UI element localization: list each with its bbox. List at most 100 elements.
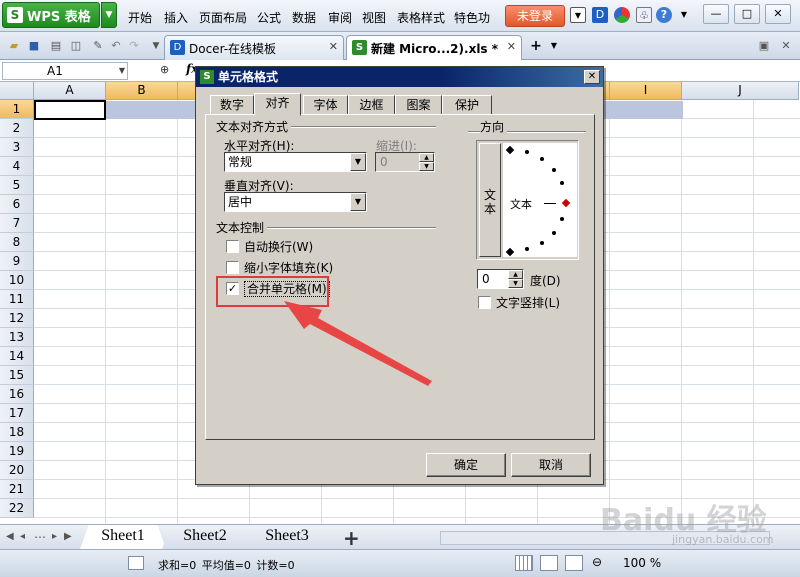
row-header[interactable]: 19 (0, 442, 34, 461)
orientation-dial[interactable]: 文本 (503, 143, 577, 257)
column-header[interactable]: I (610, 82, 682, 100)
menu-table-style[interactable]: 表格样式 (397, 9, 445, 26)
dial-handle[interactable] (561, 198, 571, 208)
format-painter-icon[interactable]: ✎ (90, 38, 106, 54)
sheet-tab-2[interactable]: Sheet2 (162, 525, 248, 549)
page-layout-view-icon[interactable] (565, 555, 583, 571)
select-all-corner[interactable] (0, 82, 34, 100)
menu-formulas[interactable]: 公式 (257, 9, 281, 26)
row-header[interactable]: 13 (0, 328, 34, 347)
save-icon[interactable]: ■ (26, 38, 42, 54)
menu-home[interactable]: 开始 (128, 9, 152, 26)
open-folder-icon[interactable]: ▰ (6, 38, 22, 54)
row-header[interactable]: 10 (0, 271, 34, 290)
zoom-level[interactable]: 100 % (623, 556, 661, 570)
row-header[interactable]: 5 (0, 176, 34, 195)
row-header[interactable]: 6 (0, 195, 34, 214)
more-sheets-icon[interactable]: … (34, 527, 46, 541)
page-break-view-icon[interactable] (540, 555, 558, 571)
wps-app-menu-button[interactable]: S WPS 表格 (2, 2, 100, 28)
row-header[interactable]: 16 (0, 385, 34, 404)
degree-spinner[interactable]: 0 ▲ ▼ (477, 269, 524, 289)
customize-toolbar-icon[interactable]: ▼ (148, 38, 164, 54)
tab-alignment[interactable]: 对齐 (254, 93, 301, 116)
login-button[interactable]: 未登录 (505, 5, 565, 27)
new-tab-plus-icon[interactable]: + (528, 38, 544, 54)
column-header[interactable]: A (34, 82, 106, 100)
name-box[interactable]: A1 ▼ (2, 62, 128, 80)
menu-view[interactable]: 视图 (362, 9, 386, 26)
tab-protection[interactable]: 保护 (442, 95, 492, 115)
wrap-text-checkbox[interactable]: 自动换行(W) (226, 239, 313, 255)
tab-list-dropdown-icon[interactable]: ▼ (546, 38, 562, 54)
status-table-icon[interactable] (128, 556, 144, 570)
help-icon[interactable]: ? (656, 7, 672, 23)
vertical-align-select[interactable]: 居中 ▼ (224, 192, 367, 212)
shirt-skin-icon[interactable]: ♧ (636, 7, 652, 23)
print-icon[interactable]: ▤ (48, 38, 64, 54)
sheet-tab-3[interactable]: Sheet3 (244, 525, 330, 549)
spin-down-icon[interactable]: ▼ (508, 279, 523, 288)
tab-pattern[interactable]: 图案 (395, 95, 442, 115)
column-header[interactable]: J (682, 82, 799, 100)
checkbox-box[interactable] (478, 296, 491, 309)
row-header[interactable]: 21 (0, 480, 34, 499)
chevron-down-icon[interactable]: ▼ (119, 63, 125, 79)
normal-view-icon[interactable] (515, 555, 533, 571)
row-header[interactable]: 14 (0, 347, 34, 366)
zoom-out-icon[interactable]: ⊖ (592, 555, 610, 571)
menu-review[interactable]: 审阅 (328, 9, 352, 26)
row-header[interactable]: 20 (0, 461, 34, 480)
first-sheet-icon[interactable]: ◀ (6, 531, 14, 542)
doc-tab-workbook[interactable]: S 新建 Micro...2).xls * ✕ (346, 35, 522, 60)
prev-sheet-icon[interactable]: ◂ (20, 531, 25, 542)
tab-number[interactable]: 数字 (210, 95, 254, 115)
row-header[interactable]: 7 (0, 214, 34, 233)
row-header[interactable]: 2 (0, 119, 34, 138)
row-header[interactable]: 9 (0, 252, 34, 271)
undo-icon[interactable]: ↶ (108, 38, 124, 54)
horizontal-align-select[interactable]: 常规 ▼ (224, 152, 367, 172)
vertical-text-button[interactable]: 文本 (479, 143, 501, 257)
shrink-to-fit-checkbox[interactable]: 缩小字体填充(K) (226, 260, 333, 276)
chevron-down-icon[interactable]: ▼ (676, 7, 692, 23)
vertical-text-checkbox[interactable]: 文字竖排(L) (478, 295, 560, 311)
app-menu-dropdown-arrow[interactable]: ▼ (101, 2, 117, 28)
checkbox-box[interactable] (226, 261, 239, 274)
ok-button[interactable]: 确定 (426, 453, 506, 477)
row-header[interactable]: 17 (0, 404, 34, 423)
menu-insert[interactable]: 插入 (164, 9, 188, 26)
checkbox-box[interactable] (226, 240, 239, 253)
menu-features[interactable]: 特色功 (454, 9, 490, 26)
close-window-button[interactable]: ✕ (765, 4, 791, 24)
add-sheet-button[interactable]: + (343, 526, 360, 550)
print-preview-icon[interactable]: ◫ (68, 38, 84, 54)
magnifier-icon[interactable]: ⊕ (160, 63, 169, 76)
row-header[interactable]: 22 (0, 499, 34, 518)
close-doc-icon[interactable]: ✕ (778, 38, 794, 54)
next-sheet-icon[interactable]: ▸ (52, 531, 57, 542)
dialog-title-bar[interactable]: S 单元格格式 ✕ (196, 67, 603, 87)
sheet-tab-1[interactable]: Sheet1 (80, 525, 166, 549)
last-sheet-icon[interactable]: ▶ (64, 531, 72, 542)
tab-font[interactable]: 字体 (303, 95, 348, 115)
docer-icon[interactable]: D (592, 7, 608, 23)
tab-border[interactable]: 边框 (348, 95, 395, 115)
minimize-button[interactable]: — (703, 4, 729, 24)
row-header[interactable]: 8 (0, 233, 34, 252)
color-wheel-icon[interactable] (614, 7, 630, 23)
row-header[interactable]: 4 (0, 157, 34, 176)
active-cell-a1[interactable] (34, 100, 106, 120)
row-header[interactable]: 18 (0, 423, 34, 442)
maximize-button[interactable]: □ (734, 4, 760, 24)
dropdown-toggle-icon[interactable]: ▼ (570, 7, 586, 23)
row-header[interactable]: 3 (0, 138, 34, 157)
restore-doc-icon[interactable]: ▣ (756, 38, 772, 54)
menu-page-layout[interactable]: 页面布局 (199, 9, 247, 26)
close-tab-icon[interactable]: ✕ (329, 40, 338, 53)
chevron-down-icon[interactable]: ▼ (350, 193, 366, 211)
row-header[interactable]: 12 (0, 309, 34, 328)
doc-tab-docer[interactable]: D Docer-在线模板 ✕ (164, 35, 344, 60)
chevron-down-icon[interactable]: ▼ (350, 153, 366, 171)
row-header[interactable]: 11 (0, 290, 34, 309)
